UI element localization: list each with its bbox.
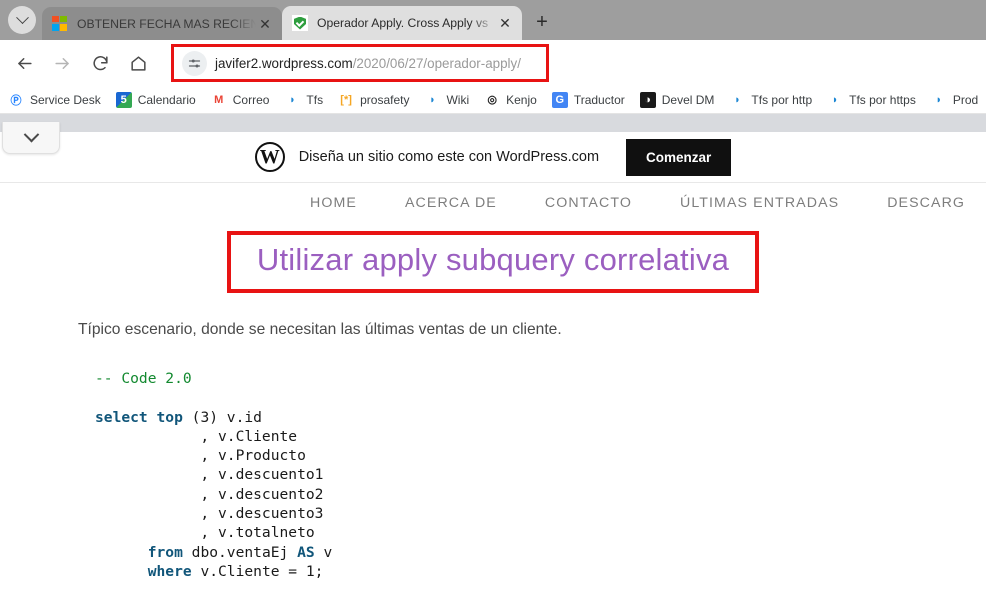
code-table-alias: v bbox=[315, 544, 333, 561]
bookmark-devel-dm-label: Devel DM bbox=[662, 93, 715, 107]
code-select-columns: (3) v.id bbox=[183, 409, 262, 426]
bookmark-devel-dm[interactable]: ◑ Devel DM bbox=[640, 92, 715, 108]
bookmark-wiki[interactable]: ◗ Wiki bbox=[424, 92, 469, 108]
asterisk-icon: [*] bbox=[338, 92, 354, 108]
browser-tab-2[interactable]: Operador Apply. Cross Apply vs ✕ bbox=[282, 6, 522, 40]
code-column-descuento1: , v.descuento1 bbox=[95, 466, 323, 483]
azure-devops-icon: ◗ bbox=[931, 92, 947, 108]
browser-tab-1-title: OBTENER FECHA MAS RECIENT bbox=[77, 17, 256, 31]
wordpress-promo-text: Diseña un sitio como este con WordPress.… bbox=[299, 149, 599, 165]
bookmark-service-desk-label: Service Desk bbox=[30, 93, 101, 107]
bookmark-traductor[interactable]: G Traductor bbox=[552, 92, 625, 108]
bookmark-prosafety-label: prosafety bbox=[360, 93, 409, 107]
url-text[interactable]: javifer2.wordpress.com/2020/06/27/operad… bbox=[215, 56, 521, 71]
globe-icon: ◑ bbox=[640, 92, 656, 108]
bookmark-calendario[interactable]: 5 Calendario bbox=[116, 92, 196, 108]
jira-icon: Ⓟ bbox=[8, 92, 24, 108]
browser-window: OBTENER FECHA MAS RECIENT ✕ Operador App… bbox=[0, 0, 986, 609]
post-title-container: Utilizar apply subquery correlativa bbox=[0, 231, 986, 293]
nav-item-home[interactable]: HOME bbox=[310, 195, 357, 211]
kenjo-icon: ◎ bbox=[484, 92, 500, 108]
wordpress-promo-banner: W Diseña un sitio como este con WordPres… bbox=[0, 132, 986, 183]
code-keyword-select-top: select top bbox=[95, 409, 183, 426]
new-tab-button[interactable]: + bbox=[528, 8, 556, 36]
bookmark-tfs[interactable]: ◗ Tfs bbox=[284, 92, 323, 108]
bookmarks-bar: Ⓟ Service Desk 5 Calendario M Correo ◗ T… bbox=[0, 86, 986, 114]
bookmark-calendario-label: Calendario bbox=[138, 93, 196, 107]
code-column-producto: , v.Producto bbox=[95, 447, 306, 464]
bookmark-correo-label: Correo bbox=[233, 93, 270, 107]
admin-bar-toggle-button[interactable] bbox=[2, 122, 60, 154]
post-intro-paragraph: Típico escenario, donde se necesitan las… bbox=[0, 321, 986, 339]
calendar-icon: 5 bbox=[116, 92, 132, 108]
sql-code-block: -- Code 2.0 select top (3) v.id , v.Clie… bbox=[0, 369, 986, 581]
code-column-cliente: , v.Cliente bbox=[95, 428, 297, 445]
bookmark-tfs-por-https[interactable]: ◗ Tfs por https bbox=[827, 92, 916, 108]
omnibox[interactable]: javifer2.wordpress.com/2020/06/27/operad… bbox=[168, 44, 976, 82]
nav-item-acerca-de[interactable]: ACERCA DE bbox=[405, 195, 497, 211]
azure-devops-icon: ◗ bbox=[827, 92, 843, 108]
bookmark-kenjo[interactable]: ◎ Kenjo bbox=[484, 92, 537, 108]
page-top-strip bbox=[0, 114, 986, 132]
bookmark-service-desk[interactable]: Ⓟ Service Desk bbox=[8, 92, 101, 108]
translate-icon: G bbox=[552, 92, 568, 108]
nav-item-contacto[interactable]: CONTACTO bbox=[545, 195, 632, 211]
code-keyword-where: where bbox=[148, 563, 192, 580]
close-tab-2-button[interactable]: ✕ bbox=[496, 14, 514, 32]
nav-item-ultimas-entradas[interactable]: ÚLTIMAS ENTRADAS bbox=[680, 195, 839, 211]
code-where-condition: v.Cliente = 1; bbox=[192, 563, 324, 580]
nav-item-descargas[interactable]: DESCARG bbox=[887, 195, 965, 211]
code-keyword-as: AS bbox=[297, 544, 315, 561]
browser-tab-2-title: Operador Apply. Cross Apply vs bbox=[317, 16, 496, 30]
browser-toolbar: javifer2.wordpress.com/2020/06/27/operad… bbox=[0, 40, 986, 86]
code-keyword-from: from bbox=[148, 544, 183, 561]
url-path: /2020/06/27/operador-apply/ bbox=[353, 56, 521, 71]
bookmark-prod-label: Prod bbox=[953, 93, 978, 107]
site-navigation: HOME ACERCA DE CONTACTO ÚLTIMAS ENTRADAS… bbox=[0, 183, 986, 223]
chevron-down-icon bbox=[23, 127, 39, 143]
reload-button[interactable] bbox=[84, 47, 116, 79]
gmail-icon: M bbox=[211, 92, 227, 108]
post-title-highlight-box: Utilizar apply subquery correlativa bbox=[227, 231, 759, 293]
bookmark-tfs-label: Tfs bbox=[306, 93, 323, 107]
code-column-descuento2: , v.descuento2 bbox=[95, 486, 323, 503]
bookmark-tfs-por-http-label: Tfs por http bbox=[751, 93, 812, 107]
back-button[interactable] bbox=[8, 47, 40, 79]
bookmark-prosafety[interactable]: [*] prosafety bbox=[338, 92, 409, 108]
home-button[interactable] bbox=[122, 47, 154, 79]
tab-strip: OBTENER FECHA MAS RECIENT ✕ Operador App… bbox=[0, 0, 986, 40]
tab-search-button[interactable] bbox=[8, 6, 36, 34]
bookmark-tfs-por-http[interactable]: ◗ Tfs por http bbox=[729, 92, 812, 108]
bookmark-correo[interactable]: M Correo bbox=[211, 92, 270, 108]
chevron-down-icon bbox=[16, 11, 29, 24]
browser-tab-1[interactable]: OBTENER FECHA MAS RECIENT ✕ bbox=[42, 7, 282, 40]
bookmark-traductor-label: Traductor bbox=[574, 93, 625, 107]
code-column-descuento3: , v.descuento3 bbox=[95, 505, 323, 522]
close-tab-1-button[interactable]: ✕ bbox=[256, 15, 274, 33]
comenzar-button[interactable]: Comenzar bbox=[626, 139, 731, 176]
page-content: W Diseña un sitio como este con WordPres… bbox=[0, 114, 986, 608]
forward-button[interactable] bbox=[46, 47, 78, 79]
tune-icon[interactable] bbox=[182, 51, 207, 76]
green-shield-icon bbox=[292, 15, 308, 31]
azure-devops-icon: ◗ bbox=[729, 92, 745, 108]
microsoft-logo-icon bbox=[52, 16, 68, 32]
bookmark-tfs-por-https-label: Tfs por https bbox=[849, 93, 916, 107]
page-title: Utilizar apply subquery correlativa bbox=[257, 242, 729, 278]
wordpress-logo-icon: W bbox=[255, 142, 285, 172]
omnibox-highlight-box: javifer2.wordpress.com/2020/06/27/operad… bbox=[171, 44, 549, 82]
bookmark-wiki-label: Wiki bbox=[446, 93, 469, 107]
bookmark-kenjo-label: Kenjo bbox=[506, 93, 537, 107]
code-comment-line: -- Code 2.0 bbox=[95, 370, 192, 387]
azure-devops-icon: ◗ bbox=[424, 92, 440, 108]
azure-devops-icon: ◗ bbox=[284, 92, 300, 108]
code-from-table: dbo.ventaEj bbox=[183, 544, 297, 561]
url-host: javifer2.wordpress.com bbox=[215, 56, 353, 71]
code-column-totalneto: , v.totalneto bbox=[95, 524, 315, 541]
bookmark-prod[interactable]: ◗ Prod bbox=[931, 92, 978, 108]
